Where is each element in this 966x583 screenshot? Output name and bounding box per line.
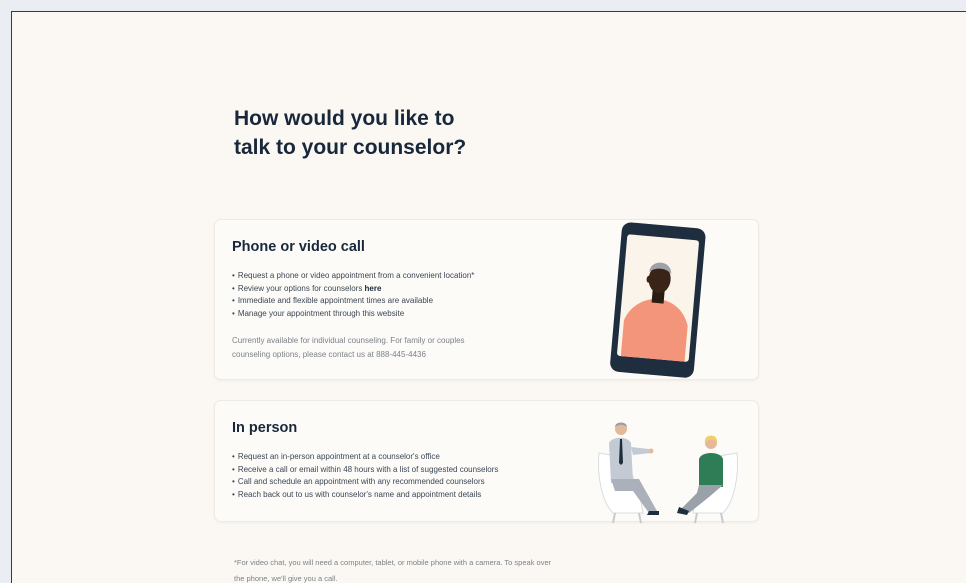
list-item: Reach back out to us with counselor's na…	[232, 489, 552, 502]
review-options-text: Review your options for counselors	[237, 283, 365, 293]
page-title-line-2: talk to your counselor?	[234, 136, 467, 159]
in-person-option-bullets: Request an in-person appointment at a co…	[232, 451, 552, 501]
footnote-line-1: *For video chat, you will need a compute…	[234, 558, 552, 567]
review-options-link[interactable]: here	[365, 284, 382, 293]
footnote-line-2: the phone, we'll give you a call.	[234, 574, 338, 583]
page-title: How would you like to talk to your couns…	[234, 104, 554, 162]
counseling-session-illustration-icon	[598, 422, 738, 524]
in-person-option-card[interactable]: In person Request an in-person appointme…	[214, 400, 759, 524]
list-item: Request a phone or video appointment fro…	[232, 270, 552, 283]
availability-line-1: Currently available for individual couns…	[232, 336, 465, 345]
list-item: Immediate and flexible appointment times…	[232, 295, 552, 308]
page-frame: How would you like to talk to your couns…	[11, 11, 966, 583]
availability-note: Currently available for individual couns…	[232, 334, 532, 361]
list-item: Call and schedule an appointment with an…	[232, 476, 552, 489]
phone-video-call-illustration-icon	[610, 222, 706, 378]
list-item: Receive a call or email within 48 hours …	[232, 464, 552, 477]
phone-video-option-card[interactable]: Phone or video call Request a phone or v…	[214, 219, 759, 380]
availability-line-2: counseling options, please contact us at…	[232, 349, 426, 359]
list-item: Request an in-person appointment at a co…	[232, 451, 552, 464]
phone-video-option-bullets: Request a phone or video appointment fro…	[232, 270, 552, 320]
page-title-line-1: How would you like to	[234, 107, 455, 130]
in-person-option-title: In person	[232, 420, 298, 436]
phone-video-option-title: Phone or video call	[232, 239, 365, 255]
video-chat-footnote: *For video chat, you will need a compute…	[234, 555, 674, 583]
list-item: Review your options for counselors here	[232, 283, 552, 296]
list-item: Manage your appointment through this web…	[232, 308, 552, 321]
